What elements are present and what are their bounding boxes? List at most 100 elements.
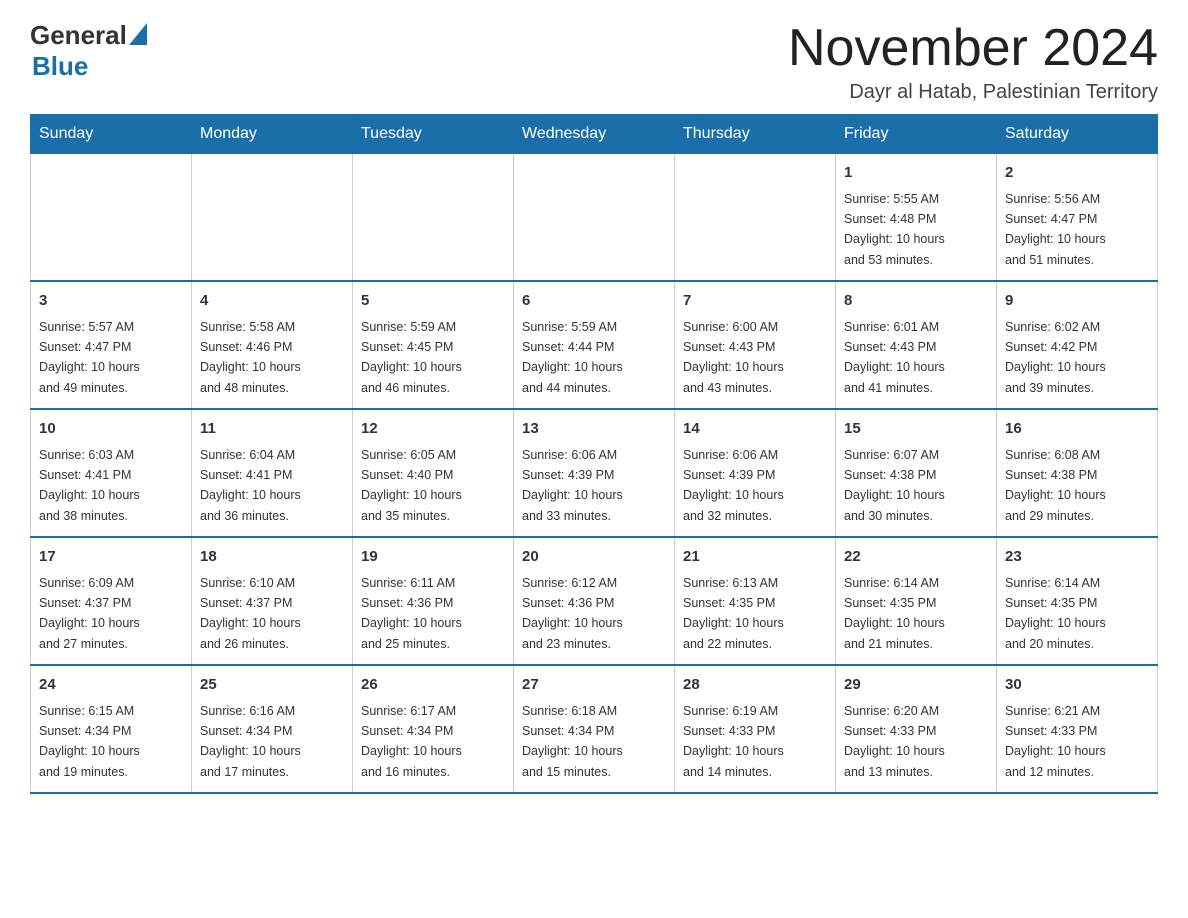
day-number: 3: [39, 290, 183, 313]
day-number: 1: [844, 162, 988, 185]
calendar-cell: 25 Sunrise: 6:16 AM Sunset: 4:34 PM Dayli…: [192, 665, 353, 793]
logo-triangle-icon: [129, 23, 147, 45]
day-number: 26: [361, 674, 505, 697]
title-section: November 2024 Dayr al Hatab, Palestinian…: [788, 20, 1158, 104]
calendar-cell: 11Sunrise: 6:04 AM Sunset: 4:41 PM Dayli…: [192, 409, 353, 537]
day-info: Sunrise: 6:14 AM Sunset: 4:35 PM Dayligh…: [1005, 576, 1106, 651]
calendar-cell: 1 Sunrise: 5:55 AM Sunset: 4:48 PM Daylig…: [836, 154, 997, 282]
calendar-cell: 26 Sunrise: 6:17 AM Sunset: 4:34 PM Dayli…: [353, 665, 514, 793]
day-info: Sunrise: 6:06 AM Sunset: 4:39 PM Dayligh…: [522, 448, 623, 523]
calendar-cell: [353, 154, 514, 282]
calendar-table: SundayMondayTuesdayWednesdayThursdayFrid…: [30, 114, 1158, 794]
calendar-cell: 7Sunrise: 6:00 AM Sunset: 4:43 PM Daylig…: [675, 281, 836, 409]
day-number: 27: [522, 674, 666, 697]
week-row-2: 3 Sunrise: 5:57 AM Sunset: 4:47 PM Daylig…: [31, 281, 1158, 409]
day-info: Sunrise: 6:12 AM Sunset: 4:36 PM Dayligh…: [522, 576, 623, 651]
calendar-cell: 13 Sunrise: 6:06 AM Sunset: 4:39 PM Dayli…: [514, 409, 675, 537]
day-number: 23: [1005, 546, 1149, 569]
day-number: 8: [844, 290, 988, 313]
day-info: Sunrise: 5:56 AM Sunset: 4:47 PM Dayligh…: [1005, 192, 1106, 267]
calendar-cell: 27Sunrise: 6:18 AM Sunset: 4:34 PM Dayli…: [514, 665, 675, 793]
weekday-header-friday: Friday: [836, 115, 997, 154]
calendar-cell: 17Sunrise: 6:09 AM Sunset: 4:37 PM Dayli…: [31, 537, 192, 665]
day-info: Sunrise: 6:09 AM Sunset: 4:37 PM Dayligh…: [39, 576, 140, 651]
weekday-header-wednesday: Wednesday: [514, 115, 675, 154]
day-info: Sunrise: 6:17 AM Sunset: 4:34 PM Dayligh…: [361, 704, 462, 779]
logo: General Blue: [30, 20, 147, 82]
calendar-cell: 14 Sunrise: 6:06 AM Sunset: 4:39 PM Dayli…: [675, 409, 836, 537]
calendar-cell: [31, 154, 192, 282]
day-number: 29: [844, 674, 988, 697]
calendar-cell: 12 Sunrise: 6:05 AM Sunset: 4:40 PM Dayli…: [353, 409, 514, 537]
calendar-cell: 23 Sunrise: 6:14 AM Sunset: 4:35 PM Dayli…: [997, 537, 1158, 665]
day-number: 6: [522, 290, 666, 313]
day-info: Sunrise: 6:14 AM Sunset: 4:35 PM Dayligh…: [844, 576, 945, 651]
calendar-cell: 5Sunrise: 5:59 AM Sunset: 4:45 PM Daylig…: [353, 281, 514, 409]
day-info: Sunrise: 5:57 AM Sunset: 4:47 PM Dayligh…: [39, 320, 140, 395]
calendar-cell: 16 Sunrise: 6:08 AM Sunset: 4:38 PM Dayli…: [997, 409, 1158, 537]
day-number: 22: [844, 546, 988, 569]
day-number: 5: [361, 290, 505, 313]
logo-general: General: [30, 20, 127, 51]
day-info: Sunrise: 6:05 AM Sunset: 4:40 PM Dayligh…: [361, 448, 462, 523]
calendar-cell: 29 Sunrise: 6:20 AM Sunset: 4:33 PM Dayli…: [836, 665, 997, 793]
calendar-cell: [675, 154, 836, 282]
day-number: 12: [361, 418, 505, 441]
weekday-header-saturday: Saturday: [997, 115, 1158, 154]
day-info: Sunrise: 6:21 AM Sunset: 4:33 PM Dayligh…: [1005, 704, 1106, 779]
day-number: 16: [1005, 418, 1149, 441]
calendar-subtitle: Dayr al Hatab, Palestinian Territory: [788, 81, 1158, 104]
calendar-cell: 9 Sunrise: 6:02 AM Sunset: 4:42 PM Daylig…: [997, 281, 1158, 409]
day-number: 2: [1005, 162, 1149, 185]
calendar-cell: [514, 154, 675, 282]
calendar-cell: 19 Sunrise: 6:11 AM Sunset: 4:36 PM Dayli…: [353, 537, 514, 665]
day-info: Sunrise: 5:59 AM Sunset: 4:44 PM Dayligh…: [522, 320, 623, 395]
calendar-cell: 15Sunrise: 6:07 AM Sunset: 4:38 PM Dayli…: [836, 409, 997, 537]
day-info: Sunrise: 6:08 AM Sunset: 4:38 PM Dayligh…: [1005, 448, 1106, 523]
day-number: 13: [522, 418, 666, 441]
day-number: 7: [683, 290, 827, 313]
day-number: 24: [39, 674, 183, 697]
day-info: Sunrise: 6:07 AM Sunset: 4:38 PM Dayligh…: [844, 448, 945, 523]
day-number: 28: [683, 674, 827, 697]
day-info: Sunrise: 6:20 AM Sunset: 4:33 PM Dayligh…: [844, 704, 945, 779]
calendar-cell: 4Sunrise: 5:58 AM Sunset: 4:46 PM Daylig…: [192, 281, 353, 409]
day-number: 30: [1005, 674, 1149, 697]
calendar-cell: 8 Sunrise: 6:01 AM Sunset: 4:43 PM Daylig…: [836, 281, 997, 409]
calendar-title: November 2024: [788, 20, 1158, 77]
day-number: 18: [200, 546, 344, 569]
day-number: 9: [1005, 290, 1149, 313]
day-number: 11: [200, 418, 344, 441]
day-info: Sunrise: 6:15 AM Sunset: 4:34 PM Dayligh…: [39, 704, 140, 779]
day-info: Sunrise: 6:02 AM Sunset: 4:42 PM Dayligh…: [1005, 320, 1106, 395]
calendar-cell: 21 Sunrise: 6:13 AM Sunset: 4:35 PM Dayli…: [675, 537, 836, 665]
day-number: 14: [683, 418, 827, 441]
calendar-cell: 2 Sunrise: 5:56 AM Sunset: 4:47 PM Daylig…: [997, 154, 1158, 282]
calendar-cell: 28 Sunrise: 6:19 AM Sunset: 4:33 PM Dayli…: [675, 665, 836, 793]
day-info: Sunrise: 6:01 AM Sunset: 4:43 PM Dayligh…: [844, 320, 945, 395]
day-number: 10: [39, 418, 183, 441]
day-number: 21: [683, 546, 827, 569]
day-info: Sunrise: 6:10 AM Sunset: 4:37 PM Dayligh…: [200, 576, 301, 651]
day-info: Sunrise: 6:03 AM Sunset: 4:41 PM Dayligh…: [39, 448, 140, 523]
day-number: 4: [200, 290, 344, 313]
day-info: Sunrise: 6:06 AM Sunset: 4:39 PM Dayligh…: [683, 448, 784, 523]
calendar-cell: 10 Sunrise: 6:03 AM Sunset: 4:41 PM Dayli…: [31, 409, 192, 537]
calendar-cell: 24 Sunrise: 6:15 AM Sunset: 4:34 PM Dayli…: [31, 665, 192, 793]
weekday-header-row: SundayMondayTuesdayWednesdayThursdayFrid…: [31, 115, 1158, 154]
weekday-header-thursday: Thursday: [675, 115, 836, 154]
page-header: General Blue November 2024 Dayr al Hatab…: [30, 20, 1158, 104]
calendar-cell: 20Sunrise: 6:12 AM Sunset: 4:36 PM Dayli…: [514, 537, 675, 665]
calendar-cell: 22 Sunrise: 6:14 AM Sunset: 4:35 PM Dayli…: [836, 537, 997, 665]
day-info: Sunrise: 6:19 AM Sunset: 4:33 PM Dayligh…: [683, 704, 784, 779]
day-info: Sunrise: 6:11 AM Sunset: 4:36 PM Dayligh…: [361, 576, 462, 651]
day-number: 25: [200, 674, 344, 697]
weekday-header-monday: Monday: [192, 115, 353, 154]
day-info: Sunrise: 6:16 AM Sunset: 4:34 PM Dayligh…: [200, 704, 301, 779]
day-info: Sunrise: 6:13 AM Sunset: 4:35 PM Dayligh…: [683, 576, 784, 651]
day-number: 19: [361, 546, 505, 569]
weekday-header-tuesday: Tuesday: [353, 115, 514, 154]
logo-blue: Blue: [32, 51, 88, 82]
day-info: Sunrise: 5:55 AM Sunset: 4:48 PM Dayligh…: [844, 192, 945, 267]
calendar-cell: 18 Sunrise: 6:10 AM Sunset: 4:37 PM Dayli…: [192, 537, 353, 665]
